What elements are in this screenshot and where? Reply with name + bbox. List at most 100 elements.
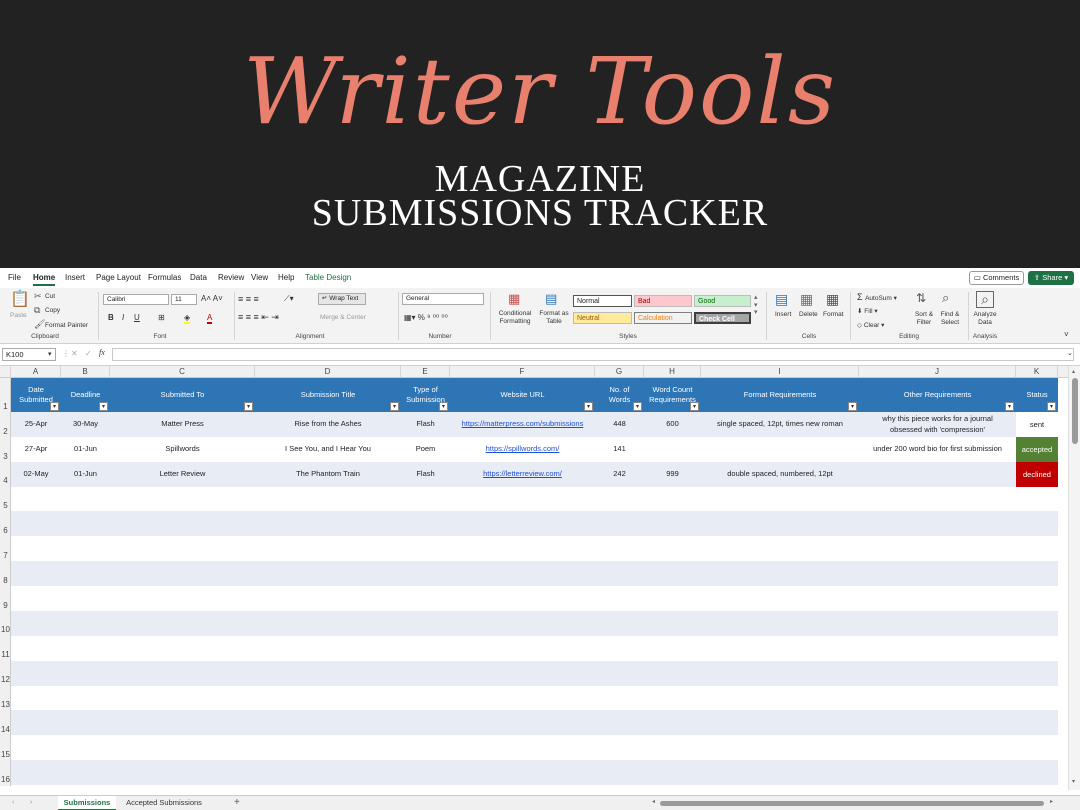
scroll-up-icon[interactable]: ▴ [1072, 368, 1075, 375]
next-sheet-icon[interactable]: › [30, 799, 32, 806]
row-header[interactable]: 1 [0, 402, 11, 411]
cell-deadline[interactable]: 01-Jun [61, 462, 110, 487]
bold-icon[interactable]: B [108, 313, 114, 322]
cell-format-requirements[interactable]: double spaced, numbered, 12pt [701, 462, 859, 487]
chevron-down-icon[interactable]: ▾ [48, 350, 52, 358]
share-button[interactable]: ⇪ Share ▾ [1028, 271, 1074, 285]
autosum-button[interactable]: Σ AutoSum ▾ [857, 292, 897, 302]
row-header[interactable]: 13 [0, 700, 11, 709]
row-header[interactable]: 7 [0, 551, 11, 560]
cell-type[interactable]: Flash [401, 462, 450, 487]
format-as-table-icon[interactable]: ▤ [545, 292, 557, 305]
menu-home[interactable]: Home [33, 273, 56, 286]
delete-cells-icon[interactable]: ▦ [800, 292, 813, 306]
paste-button[interactable]: Paste [10, 312, 27, 319]
header-submission-title[interactable]: Submission Title ▾ [255, 378, 401, 412]
fx-icon[interactable]: fx [99, 348, 105, 357]
collapse-ribbon-icon[interactable]: ˅ [1064, 330, 1069, 339]
filter-dropdown-icon[interactable]: ▾ [50, 402, 59, 411]
row-header[interactable]: 8 [0, 576, 11, 585]
conditional-formatting-button[interactable]: Conditional Formatting [494, 310, 536, 327]
header-other-requirements[interactable]: Other Requirements ▾ [859, 378, 1016, 412]
column-header[interactable]: H [644, 366, 701, 378]
menu-insert[interactable]: Insert [65, 273, 85, 282]
cell-format-requirements[interactable] [701, 437, 859, 462]
cell-date-submitted[interactable]: 25-Apr [11, 412, 61, 437]
header-deadline[interactable]: Deadline ▾ [61, 378, 110, 412]
format-cells-button[interactable]: Format [823, 311, 844, 318]
header-word-count-requirements[interactable]: Word Count Requirements ▾ [644, 378, 701, 412]
formula-input[interactable] [112, 348, 1074, 361]
cell-submission-title[interactable]: Rise from the Ashes [255, 412, 401, 437]
style-calculation[interactable]: Calculation [634, 312, 692, 324]
format-cells-icon[interactable]: ▦ [826, 292, 839, 306]
check-icon[interactable]: ✓ [85, 349, 92, 358]
cell-word-count[interactable]: 242 [595, 462, 644, 487]
format-painter-button[interactable]: Format Painter [45, 322, 88, 329]
header-status[interactable]: Status ▾ [1016, 378, 1058, 412]
menu-help[interactable]: Help [278, 273, 294, 282]
row-header[interactable]: 11 [0, 650, 11, 659]
font-color-icon[interactable]: A [207, 313, 213, 324]
filter-dropdown-icon[interactable]: ▾ [848, 402, 857, 411]
delete-cells-button[interactable]: Delete [799, 311, 818, 318]
orientation-icon[interactable]: ⟋▾ [284, 294, 294, 304]
align-left-icon[interactable]: ≡ ≡ ≡ ⇤ ⇥ [238, 312, 279, 323]
row-header[interactable]: 4 [0, 476, 11, 485]
filter-dropdown-icon[interactable]: ▾ [1005, 402, 1014, 411]
column-header[interactable]: K [1016, 366, 1058, 378]
menu-page-layout[interactable]: Page Layout [96, 273, 141, 282]
accounting-icon[interactable]: ▦▾ % ⁹ ⁰⁰ ⁰⁰ [404, 313, 448, 322]
sort-filter-icon[interactable]: ⇅ [916, 292, 926, 304]
header-format-requirements[interactable]: Format Requirements ▾ [701, 378, 859, 412]
header-date-submitted[interactable]: Date Submitted ▾ [11, 378, 61, 412]
number-format-select[interactable]: General [402, 293, 484, 305]
cell-word-count-requirement[interactable] [644, 437, 701, 462]
column-header[interactable]: G [595, 366, 644, 378]
cell-word-count-requirement[interactable]: 999 [644, 462, 701, 487]
cell-submitted-to[interactable]: Spillwords [110, 437, 255, 462]
filter-dropdown-icon[interactable]: ▾ [99, 402, 108, 411]
style-neutral[interactable]: Neutral [573, 312, 632, 324]
cell-submitted-to[interactable]: Letter Review [110, 462, 255, 487]
filter-dropdown-icon[interactable]: ▾ [690, 402, 699, 411]
header-word-count[interactable]: No. of Words ▾ [595, 378, 644, 412]
sheet-tab-accepted-submissions[interactable]: Accepted Submissions [118, 796, 210, 810]
cell-type[interactable]: Flash [401, 412, 450, 437]
sort-filter-button[interactable]: Sort & Filter [913, 311, 935, 328]
header-submitted-to[interactable]: Submitted To ▾ [110, 378, 255, 412]
row-header[interactable]: 9 [0, 601, 11, 610]
row-header[interactable]: 14 [0, 725, 11, 734]
row-header[interactable]: 3 [0, 452, 11, 461]
column-header[interactable]: D [255, 366, 401, 378]
grow-font-icon[interactable]: A˄ A˅ [201, 294, 223, 303]
wrap-text-button[interactable]: ↵ Wrap Text [318, 293, 366, 305]
header-website-url[interactable]: Website URL ▾ [450, 378, 595, 412]
filter-dropdown-icon[interactable]: ▾ [1047, 402, 1056, 411]
filter-dropdown-icon[interactable]: ▾ [633, 402, 642, 411]
filter-dropdown-icon[interactable]: ▾ [390, 402, 399, 411]
prev-sheet-icon[interactable]: ‹ [12, 799, 14, 806]
cell-other-requirements[interactable]: under 200 word bio for first submission [859, 437, 1016, 462]
font-size-select[interactable]: 11 [171, 294, 197, 305]
cell-deadline[interactable]: 30-May [61, 412, 110, 437]
status-cell[interactable]: accepted [1016, 437, 1058, 462]
cell-other-requirements[interactable] [859, 462, 1016, 487]
format-as-table-button[interactable]: Format as Table [538, 310, 570, 327]
cell-website-url-link[interactable]: https://letterreview.com/ [450, 462, 595, 487]
cell-type[interactable]: Poem [401, 437, 450, 462]
fill-color-icon[interactable]: ◈ [184, 313, 191, 324]
status-cell[interactable]: sent [1016, 412, 1058, 437]
borders-icon[interactable]: ⊞ [158, 313, 165, 322]
filter-dropdown-icon[interactable]: ▾ [439, 402, 448, 411]
scroll-left-icon[interactable]: ◂ [652, 798, 655, 805]
analyze-data-icon[interactable]: ⌕ [976, 291, 994, 308]
column-header[interactable]: I [701, 366, 859, 378]
horizontal-scroll-thumb[interactable] [660, 801, 1044, 806]
fill-button[interactable]: ⬇ Fill ▾ [857, 307, 878, 315]
row-header[interactable]: 12 [0, 675, 11, 684]
style-check-cell[interactable]: Check Cell [694, 312, 751, 324]
menu-view[interactable]: View [251, 273, 268, 282]
cell-date-submitted[interactable]: 27-Apr [11, 437, 61, 462]
scroll-down-icon[interactable]: ▾ [1072, 778, 1075, 785]
